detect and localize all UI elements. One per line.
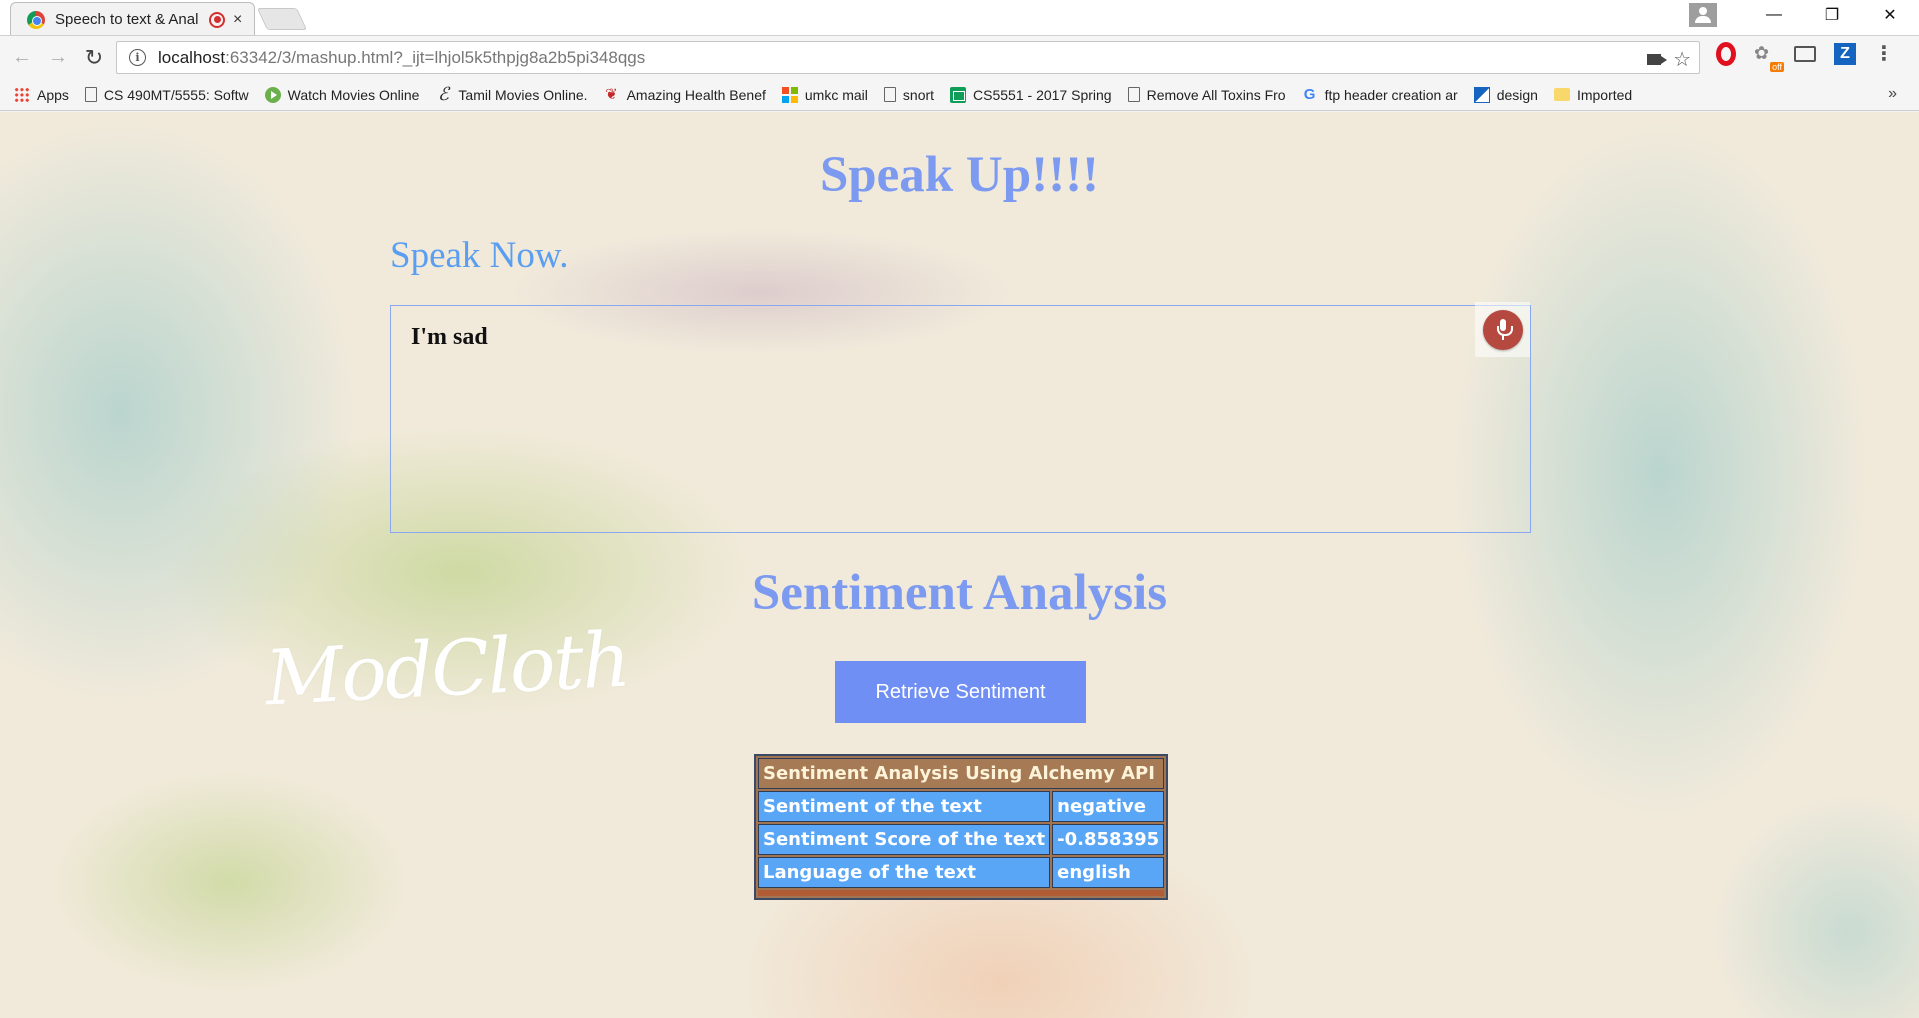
bookmark-item[interactable]: Remove All Toxins Fro [1127, 86, 1286, 103]
chrome-menu-icon[interactable]: ⋮ [1874, 44, 1894, 64]
modcloth-logo: ModCloth [262, 614, 632, 723]
bookmark-star-icon[interactable]: ☆ [1673, 47, 1691, 72]
bookmark-label: snort [902, 86, 935, 103]
design-icon [1473, 86, 1490, 103]
play-icon [264, 86, 281, 103]
apps-icon [14, 86, 30, 103]
bookmark-label: Remove All Toxins Fro [1146, 86, 1286, 103]
speak-now-label: Speak Now. [390, 235, 569, 276]
tab-title: Speech to text & Anal [55, 11, 199, 28]
window-controls: — ❐ ✕ [1689, 0, 1919, 30]
extensions: ✿ off Z ⋮ [1716, 42, 1894, 72]
folder-icon [1553, 88, 1570, 101]
page-title: Speak Up!!!! [819, 147, 1100, 203]
omnibox-actions: ☆ [1647, 47, 1691, 72]
bookmark-label: design [1496, 86, 1538, 103]
forward-arrow-icon[interactable]: → [44, 44, 72, 72]
opera-extension-icon[interactable] [1716, 42, 1736, 66]
minimize-button[interactable]: — [1745, 0, 1803, 30]
url-path: :63342/3/mashup.html?_ijt=lhjol5k5thpjg8… [225, 47, 646, 67]
url-host: localhost [158, 47, 226, 67]
sheets-icon [950, 86, 967, 103]
bookmark-label: ftp header creation ar [1324, 86, 1458, 103]
page-viewport: Speak Up!!!! Speak Now. I'm sad Sentimen… [0, 112, 1919, 1018]
table-footer-row [758, 890, 1165, 896]
new-tab-button[interactable] [256, 8, 308, 30]
row-label: Sentiment Score of the text [758, 824, 1051, 855]
camera-icon[interactable] [1647, 54, 1668, 65]
microphone-icon [1496, 318, 1513, 341]
row-value: english [1052, 857, 1165, 888]
speech-textarea[interactable]: I'm sad [390, 305, 1531, 533]
bookmark-item[interactable]: ℰ Tamil Movies Online. [435, 83, 588, 105]
profile-icon[interactable] [1689, 3, 1717, 27]
browser-tab[interactable]: Speech to text & Anal × [10, 2, 255, 36]
recording-icon [209, 11, 225, 28]
browser-toolbar: ← → ↻ i localhost:63342/3/mashup.html?_i… [0, 35, 1919, 79]
reload-icon[interactable]: ↻ [80, 44, 108, 72]
e-icon: ℰ [437, 83, 449, 105]
bookmark-item[interactable]: snort [883, 86, 935, 103]
bookmark-label: CS 490MT/5555: Softw [103, 86, 249, 103]
sentiment-heading: Sentiment Analysis [751, 565, 1168, 621]
speech-text: I'm sad [411, 324, 488, 350]
bookmark-label: Imported [1576, 86, 1633, 103]
table-header-row: Sentiment Analysis Using Alchemy API [758, 758, 1165, 789]
bookmark-label: CS5551 - 2017 Spring [973, 86, 1112, 103]
bookmark-label: Watch Movies Online [287, 86, 420, 103]
bookmarks-overflow-icon[interactable]: » [1888, 85, 1897, 103]
table-footer [758, 890, 1165, 896]
bookmark-item[interactable]: ❦ Amazing Health Benef [604, 85, 766, 103]
bookmark-label: Amazing Health Benef [626, 86, 766, 103]
heart-icon: ❦ [605, 85, 618, 103]
google-icon: G [1303, 85, 1316, 103]
table-row: Language of the text english [758, 857, 1165, 888]
microsoft-icon [781, 86, 798, 103]
row-value: negative [1052, 791, 1165, 822]
bookmark-item[interactable]: umkc mail [781, 86, 868, 103]
table-row: Sentiment of the text negative [758, 791, 1165, 822]
tab-strip: Speech to text & Anal × — ❐ ✕ [0, 0, 1919, 36]
table-row: Sentiment Score of the text -0.858395 [758, 824, 1165, 855]
sentiment-result-table: Sentiment Analysis Using Alchemy API Sen… [754, 754, 1169, 900]
address-bar[interactable]: i localhost:63342/3/mashup.html?_ijt=lhj… [116, 41, 1700, 74]
bookmark-item[interactable]: design [1473, 86, 1538, 103]
bookmark-label: Tamil Movies Online. [458, 86, 588, 103]
mic-circle [1482, 309, 1523, 350]
close-window-button[interactable]: ✕ [1861, 0, 1919, 30]
retrieve-sentiment-button[interactable]: Retrieve Sentiment [835, 661, 1086, 723]
bookmark-label: umkc mail [804, 86, 868, 103]
table-header: Sentiment Analysis Using Alchemy API [758, 758, 1165, 789]
info-icon[interactable]: i [129, 49, 146, 66]
bookmark-item[interactable]: CS 490MT/5555: Softw [84, 86, 249, 103]
extension-off-icon[interactable]: ✿ off [1754, 43, 1784, 72]
bookmark-item[interactable]: Watch Movies Online [264, 86, 420, 103]
bookmark-label: Apps [37, 86, 69, 103]
zotero-extension-icon[interactable]: Z [1834, 43, 1856, 65]
microphone-button[interactable] [1475, 302, 1530, 357]
row-label: Language of the text [758, 857, 1051, 888]
page-icon [883, 87, 896, 102]
bookmark-item[interactable]: CS5551 - 2017 Spring [950, 86, 1112, 103]
row-value: -0.858395 [1052, 824, 1165, 855]
page-icon [1127, 87, 1140, 102]
row-label: Sentiment of the text [758, 791, 1051, 822]
bookmark-item[interactable]: Imported [1553, 86, 1633, 103]
tab-close-icon[interactable]: × [233, 11, 242, 28]
bookmark-item[interactable]: Gftp header creation ar [1302, 85, 1458, 103]
restore-button[interactable]: ❐ [1803, 0, 1861, 30]
cast-icon[interactable] [1794, 46, 1816, 62]
bookmarks-bar: Apps CS 490MT/5555: Softw Watch Movies Onl… [0, 79, 1919, 111]
page-icon [84, 87, 97, 102]
chrome-favicon-icon [27, 10, 45, 29]
back-arrow-icon[interactable]: ← [8, 44, 36, 72]
bookmark-item[interactable]: Apps [14, 86, 69, 103]
url-text[interactable]: localhost:63342/3/mashup.html?_ijt=lhjol… [158, 48, 645, 68]
extension-badge: off [1770, 62, 1784, 72]
